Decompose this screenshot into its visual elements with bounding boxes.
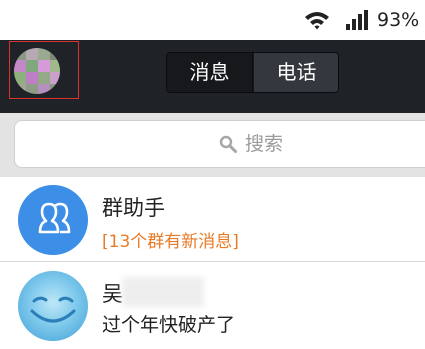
conversation-preview: 过个年快破产了 bbox=[102, 314, 236, 336]
search-icon bbox=[219, 135, 237, 153]
battery-percentage: 93% bbox=[377, 9, 420, 31]
search-input[interactable]: 搜索 bbox=[14, 120, 425, 168]
tab-calls[interactable]: 电话 bbox=[254, 53, 338, 92]
message-call-switch: 消息 电话 bbox=[166, 52, 339, 93]
search-bar-area: 搜索 bbox=[0, 113, 425, 177]
conversation-title: 群助手 bbox=[102, 196, 165, 220]
group-icon bbox=[18, 185, 88, 255]
search-placeholder: 搜索 bbox=[245, 133, 284, 155]
signal-bars-icon bbox=[346, 10, 368, 30]
list-item[interactable]: 群助手 [13个群有新消息] bbox=[0, 177, 425, 262]
status-bar: 93% bbox=[0, 0, 425, 40]
list-item[interactable]: 吴 过个年快破产了 bbox=[0, 263, 425, 348]
smiley-avatar bbox=[18, 271, 88, 341]
conversation-preview: [13个群有新消息] bbox=[102, 232, 239, 252]
app-header: 消息 电话 bbox=[0, 40, 425, 113]
profile-avatar-button[interactable] bbox=[9, 41, 79, 99]
tab-messages[interactable]: 消息 bbox=[167, 53, 253, 92]
wifi-icon bbox=[305, 12, 329, 30]
conversation-title: 吴 bbox=[102, 282, 123, 306]
avatar bbox=[14, 48, 60, 94]
conversation-list: 群助手 [13个群有新消息] 吴 过个年快破产了 bbox=[0, 177, 425, 349]
redacted-name bbox=[122, 277, 204, 307]
